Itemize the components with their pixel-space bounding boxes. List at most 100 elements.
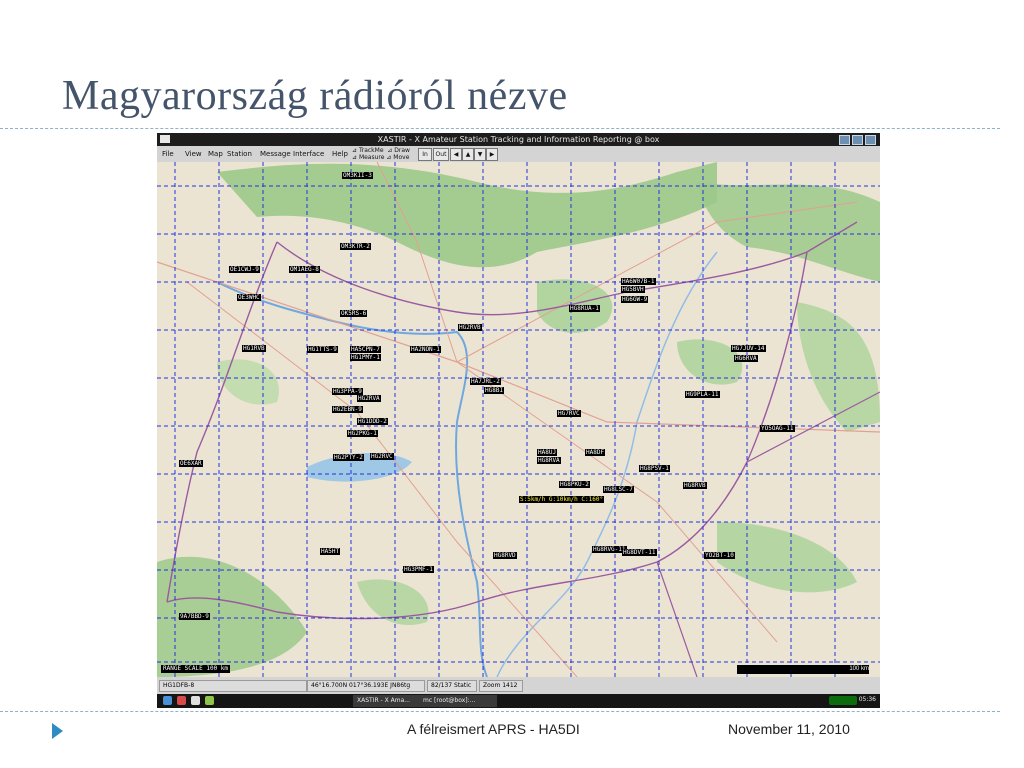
taskbar-xastir[interactable]: XASTIR - X Ama...: [353, 695, 421, 707]
menu-map[interactable]: Map: [208, 150, 223, 158]
measure-label: Measure: [358, 154, 385, 161]
menu-file[interactable]: File: [162, 150, 174, 158]
maximize-icon[interactable]: [852, 135, 863, 145]
statusbar: HG1DFB-8 46°16.700N 017°36.193E JN86tg 8…: [157, 677, 880, 694]
station-label[interactable]: HG8PSV-1: [639, 465, 670, 472]
menu-station[interactable]: Station: [227, 150, 252, 158]
range-scale-label: RANGE SCALE 100 km: [161, 665, 231, 673]
station-label[interactable]: OM1AEG-8: [289, 266, 320, 273]
station-label[interactable]: HG7JUV-14: [731, 345, 766, 352]
station-label[interactable]: OE6XAR: [179, 460, 203, 467]
footer-center-text: A félreismert APRS - HA5DI: [407, 721, 580, 737]
station-telemetry[interactable]: S:5km/h G:10km/h C:160°: [519, 496, 605, 503]
station-label[interactable]: HA8DF: [585, 449, 606, 456]
station-label[interactable]: OE3WHC: [237, 294, 261, 301]
pan-down-button[interactable]: ▼: [474, 148, 486, 161]
station-label[interactable]: HA7JRL-2: [470, 378, 501, 385]
station-label[interactable]: HG5BVH: [621, 286, 645, 293]
map-canvas[interactable]: OM3KII-3 OM3KTR-2 OE1CWJ-9 OM1AEG-8 OE3W…: [157, 162, 880, 677]
station-label[interactable]: OM3KII-3: [342, 172, 373, 179]
minimize-icon[interactable]: [839, 135, 850, 145]
station-label[interactable]: HG1PMY-1: [350, 354, 381, 361]
station-label[interactable]: HG8RUA-1: [569, 305, 600, 312]
station-label[interactable]: HG2PTY-2: [333, 454, 364, 461]
station-label[interactable]: 9A7BBD-9: [179, 613, 210, 620]
station-label[interactable]: HG6GW-9: [621, 296, 649, 303]
start-icon[interactable]: [163, 696, 172, 705]
station-label[interactable]: HG3PPA-9: [332, 388, 363, 395]
station-label[interactable]: HG8PKU-2: [559, 481, 590, 488]
station-label[interactable]: HG3PMF-1: [403, 566, 434, 573]
station-label[interactable]: HG2RVC: [370, 453, 394, 460]
station-label[interactable]: HG1RVB: [242, 345, 266, 352]
station-label[interactable]: HG1DDD-2: [357, 418, 388, 425]
menu-view[interactable]: View: [185, 150, 202, 158]
taskbar-terminal[interactable]: mc [root@box]:...: [419, 695, 497, 707]
footer-date: November 11, 2010: [728, 721, 850, 737]
xastir-screenshot: XASTIR - X Amateur Station Tracking and …: [157, 133, 880, 708]
station-label[interactable]: HG2PKG-1: [347, 430, 378, 437]
station-label[interactable]: HG2RVA: [357, 395, 381, 402]
station-label[interactable]: OM3KTR-2: [340, 243, 371, 250]
menu-interface[interactable]: Interface: [293, 150, 324, 158]
station-label[interactable]: HG8DVT-11: [622, 549, 657, 556]
taskbar-clock: 05:36: [858, 696, 876, 703]
station-label[interactable]: HG8RVA: [537, 457, 561, 464]
window-title: XASTIR - X Amateur Station Tracking and …: [377, 135, 660, 144]
window-menu-icon[interactable]: [160, 135, 170, 143]
menubar: File View Map Station Message Interface …: [157, 146, 880, 162]
station-label[interactable]: HG2RVB: [458, 324, 482, 331]
station-label[interactable]: HG8LSC-7: [603, 486, 634, 493]
station-label[interactable]: YO5OAG-11: [760, 425, 795, 432]
station-label[interactable]: HG7RVC: [557, 410, 581, 417]
station-label[interactable]: HG2EBN-9: [332, 406, 363, 413]
bullet-arrow-icon: [52, 723, 63, 739]
move-label: Move: [393, 154, 410, 161]
title-divider: [0, 128, 1000, 129]
move-toggle[interactable]: ⊿ Move: [386, 154, 409, 161]
station-label[interactable]: HG9PLA-11: [685, 391, 720, 398]
zoom-out-button[interactable]: Out: [433, 148, 449, 161]
station-label[interactable]: HG8BI: [484, 387, 505, 394]
menu-message[interactable]: Message: [260, 150, 291, 158]
status-zoom: Zoom 1412: [479, 680, 523, 692]
station-label[interactable]: OE1CWJ-9: [229, 266, 260, 273]
file-icon[interactable]: [191, 696, 200, 705]
trackme-label: TrackMe: [358, 147, 384, 154]
station-label[interactable]: HG8RVD: [493, 552, 517, 559]
station-label[interactable]: HG1TTS-9: [307, 346, 338, 353]
close-icon[interactable]: [865, 135, 876, 145]
menu-help[interactable]: Help: [332, 150, 348, 158]
window-controls: [839, 135, 876, 145]
station-label[interactable]: YO2BT-10: [704, 552, 735, 559]
station-label[interactable]: HA5CPN-7: [350, 346, 381, 353]
map-scalebar: 100 km: [737, 665, 869, 674]
trackme-toggle[interactable]: ⊿ TrackMe: [352, 147, 384, 154]
status-station-count: 82/137 Static: [427, 680, 477, 692]
station-label[interactable]: HA5HT: [320, 548, 341, 555]
status-coordinates: 46°16.700N 017°36.193E JN86tg: [307, 680, 425, 692]
map-background: [157, 162, 880, 677]
station-label[interactable]: HA6W07B-1: [621, 278, 656, 285]
footer-divider: [0, 711, 1000, 712]
draw-toggle[interactable]: ⊿ Draw: [387, 147, 410, 154]
window-titlebar: XASTIR - X Amateur Station Tracking and …: [157, 133, 880, 146]
pan-left-button[interactable]: ◀: [450, 148, 462, 161]
measure-toggle[interactable]: ⊿ Measure: [352, 154, 384, 161]
taskbar: XASTIR - X Ama... mc [root@box]:... 05:3…: [157, 694, 880, 708]
station-label[interactable]: HA8UJ: [537, 449, 558, 456]
pan-up-button[interactable]: ▲: [462, 148, 474, 161]
pan-right-button[interactable]: ▶: [486, 148, 498, 161]
station-label[interactable]: HA2NON-1: [410, 346, 441, 353]
tool-toggles: ⊿ TrackMe ⊿ Draw ⊿ Measure ⊿ Move: [352, 147, 410, 161]
zoom-in-button[interactable]: In: [418, 148, 432, 161]
cpu-meter: [829, 696, 857, 705]
app-icon[interactable]: [177, 696, 186, 705]
station-label[interactable]: OK5RS-6: [340, 310, 368, 317]
status-callsign: HG1DFB-8: [159, 680, 307, 692]
station-label[interactable]: HG8RVB: [683, 482, 707, 489]
draw-label: Draw: [394, 147, 410, 154]
browser-icon[interactable]: [205, 696, 214, 705]
station-label[interactable]: HG6RVA: [734, 355, 758, 362]
slide-title: Magyarország rádióról nézve: [62, 73, 568, 119]
